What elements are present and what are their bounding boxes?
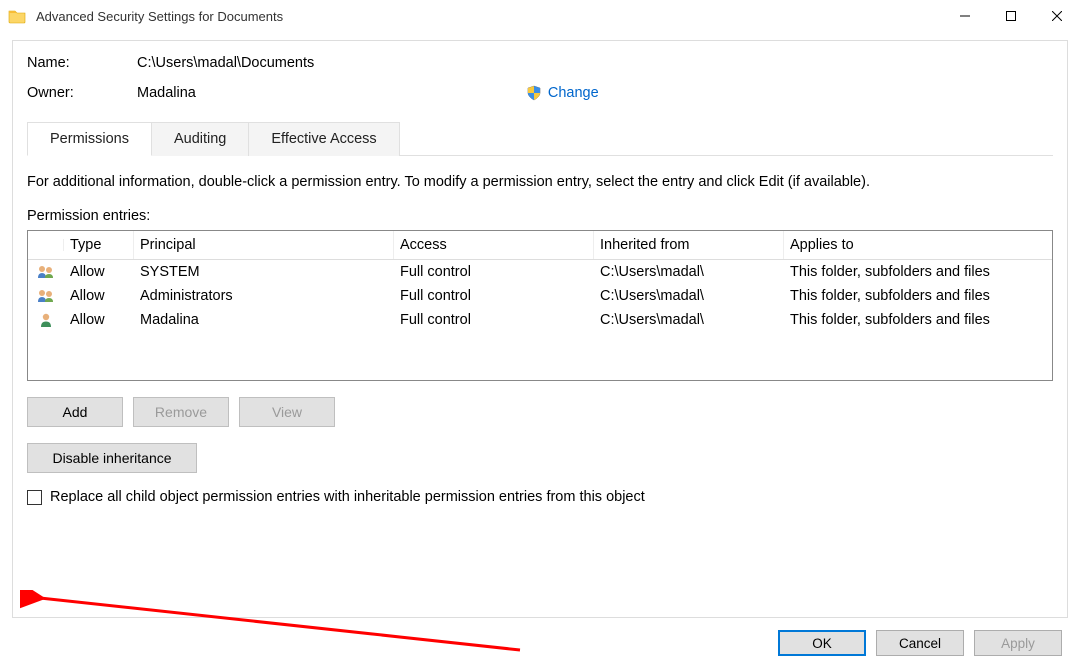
cell-principal: Administrators	[134, 284, 394, 308]
tab-permissions[interactable]: Permissions	[27, 122, 152, 156]
table-row[interactable]: Allow SYSTEM Full control C:\Users\madal…	[28, 260, 1052, 284]
cell-type: Allow	[64, 284, 134, 308]
col-applies[interactable]: Applies to	[784, 231, 1052, 259]
maximize-button[interactable]	[988, 0, 1034, 32]
titlebar: Advanced Security Settings for Documents	[0, 0, 1080, 32]
minimize-button[interactable]	[942, 0, 988, 32]
tab-auditing[interactable]: Auditing	[152, 122, 249, 156]
apply-button[interactable]: Apply	[974, 630, 1062, 656]
entries-label: Permission entries:	[27, 208, 1053, 224]
replace-child-label: Replace all child object permission entr…	[50, 489, 645, 505]
cell-applies: This folder, subfolders and files	[784, 308, 1052, 332]
advanced-security-window: Advanced Security Settings for Documents…	[0, 0, 1080, 668]
table-row[interactable]: Allow Administrators Full control C:\Use…	[28, 284, 1052, 308]
disable-inheritance-button[interactable]: Disable inheritance	[27, 443, 197, 473]
group-icon	[37, 265, 55, 279]
cell-access: Full control	[394, 308, 594, 332]
name-value: C:\Users\madal\Documents	[137, 55, 1053, 71]
tabs: Permissions Auditing Effective Access	[27, 121, 1053, 156]
add-button[interactable]: Add	[27, 397, 123, 427]
window-title: Advanced Security Settings for Documents	[36, 9, 942, 24]
cell-access: Full control	[394, 260, 594, 284]
tab-effective-access[interactable]: Effective Access	[249, 122, 399, 156]
table-row[interactable]: Allow Madalina Full control C:\Users\mad…	[28, 308, 1052, 332]
ok-button[interactable]: OK	[778, 630, 866, 656]
change-owner-link[interactable]: Change	[548, 85, 599, 101]
folder-icon	[8, 8, 26, 24]
col-type[interactable]: Type	[64, 231, 134, 259]
instructions-text: For additional information, double-click…	[27, 174, 1053, 190]
cell-inherited: C:\Users\madal\	[594, 260, 784, 284]
col-inherited[interactable]: Inherited from	[594, 231, 784, 259]
owner-value: Madalina	[137, 85, 196, 101]
cell-principal: SYSTEM	[134, 260, 394, 284]
name-label: Name:	[27, 55, 137, 71]
cell-principal: Madalina	[134, 308, 394, 332]
replace-child-checkbox[interactable]	[27, 490, 42, 505]
cell-applies: This folder, subfolders and files	[784, 260, 1052, 284]
cell-applies: This folder, subfolders and files	[784, 284, 1052, 308]
view-button[interactable]: View	[239, 397, 335, 427]
permissions-table: Type Principal Access Inherited from App…	[27, 230, 1053, 381]
cell-type: Allow	[64, 260, 134, 284]
dialog-footer: OK Cancel Apply	[0, 618, 1080, 668]
close-button[interactable]	[1034, 0, 1080, 32]
cell-type: Allow	[64, 308, 134, 332]
table-header: Type Principal Access Inherited from App…	[28, 231, 1052, 260]
user-icon	[37, 313, 55, 327]
remove-button[interactable]: Remove	[133, 397, 229, 427]
owner-label: Owner:	[27, 85, 137, 101]
shield-icon	[526, 85, 542, 101]
cell-inherited: C:\Users\madal\	[594, 308, 784, 332]
col-access[interactable]: Access	[394, 231, 594, 259]
col-principal[interactable]: Principal	[134, 231, 394, 259]
cell-inherited: C:\Users\madal\	[594, 284, 784, 308]
cancel-button[interactable]: Cancel	[876, 630, 964, 656]
cell-access: Full control	[394, 284, 594, 308]
group-icon	[37, 289, 55, 303]
content-panel: Name: C:\Users\madal\Documents Owner: Ma…	[12, 40, 1068, 618]
